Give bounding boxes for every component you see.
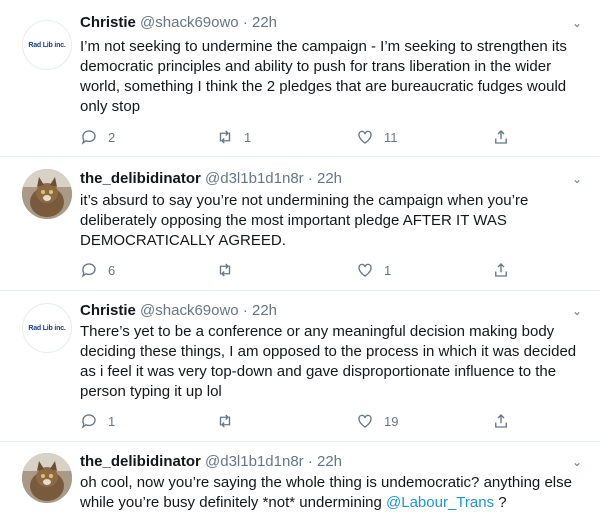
retweet-icon: [219, 414, 231, 428]
avatar[interactable]: [22, 169, 72, 219]
avatar[interactable]: Rad Lib inc.: [22, 303, 72, 353]
tweet-1[interactable]: Rad Lib inc. Christie @shack69owo · 22h …: [0, 0, 600, 155]
avatar-logo-text: Rad Lib inc.: [28, 324, 66, 332]
tweet-text: I’m not seeking to undermine the campaig…: [80, 38, 567, 115]
cat-avatar-image: [22, 453, 72, 503]
tweet-text: oh cool, now you’re saying the whole thi…: [80, 473, 585, 513]
reply-button[interactable]: 1: [80, 411, 115, 431]
chevron-down-icon[interactable]: ⌄: [572, 16, 582, 30]
tweet-actions: 6 1: [80, 260, 560, 280]
handle[interactable]: @shack69owo: [140, 14, 239, 31]
chevron-down-icon[interactable]: ⌄: [572, 172, 582, 186]
share-icon: [495, 130, 507, 144]
retweet-button[interactable]: [216, 260, 244, 280]
like-button[interactable]: 1: [356, 260, 391, 280]
reply-icon: [81, 414, 96, 429]
tweet-text: it’s absurd to say you’re not underminin…: [80, 192, 529, 249]
separator-dot: ·: [307, 170, 313, 187]
tweet-3[interactable]: Rad Lib inc. Christie @shack69owo · 22h …: [0, 291, 600, 441]
reply-button[interactable]: 6: [80, 260, 115, 280]
heart-icon: [358, 414, 372, 428]
tweet-text-end: ?: [494, 494, 507, 511]
chevron-down-icon[interactable]: ⌄: [572, 304, 582, 318]
mention-link[interactable]: @Labour_Trans: [386, 494, 494, 511]
handle[interactable]: @d3l1b1d1n8r: [205, 453, 304, 470]
reply-count: 2: [108, 129, 116, 145]
display-name[interactable]: Christie: [80, 14, 136, 31]
share-button[interactable]: [492, 260, 520, 280]
cat-avatar-image: [22, 169, 72, 219]
tweet-4[interactable]: the_delibidinator @d3l1b1d1n8r · 22h ⌄ o…: [0, 442, 600, 526]
timestamp[interactable]: 22h: [317, 170, 342, 187]
handle[interactable]: @shack69owo: [140, 302, 239, 319]
tweet-actions: 2 1 11: [80, 127, 560, 147]
avatar[interactable]: [22, 453, 72, 503]
chevron-down-icon[interactable]: ⌄: [572, 455, 582, 469]
like-count: 1: [384, 262, 392, 278]
timestamp[interactable]: 22h: [317, 453, 342, 470]
share-button[interactable]: [492, 127, 520, 147]
like-button[interactable]: 19: [356, 411, 398, 431]
retweet-button[interactable]: [216, 411, 244, 431]
reply-button[interactable]: 2: [80, 127, 115, 147]
avatar-logo-text: Rad Lib inc.: [28, 41, 66, 49]
retweet-icon: [219, 130, 231, 144]
retweet-icon: [219, 263, 231, 277]
reply-icon: [81, 263, 96, 278]
retweet-count: 1: [244, 129, 252, 145]
share-button[interactable]: [492, 411, 520, 431]
like-count: 11: [384, 129, 398, 145]
like-button[interactable]: 11: [356, 127, 398, 147]
separator-dot: ·: [242, 302, 248, 319]
reply-icon: [81, 130, 96, 145]
handle[interactable]: @d3l1b1d1n8r: [205, 170, 304, 187]
display-name[interactable]: the_delibidinator: [80, 453, 201, 470]
reply-count: 1: [108, 413, 116, 429]
timestamp[interactable]: 22h: [252, 302, 277, 319]
display-name[interactable]: Christie: [80, 302, 136, 319]
display-name[interactable]: the_delibidinator: [80, 170, 201, 187]
heart-icon: [358, 263, 372, 277]
separator-dot: ·: [307, 453, 313, 470]
tweet-2[interactable]: the_delibidinator @d3l1b1d1n8r · 22h ⌄ i…: [0, 157, 600, 290]
reply-count: 6: [108, 262, 116, 278]
separator-dot: ·: [242, 14, 248, 31]
retweet-button[interactable]: 1: [216, 127, 251, 147]
avatar[interactable]: Rad Lib inc.: [22, 20, 72, 70]
like-count: 19: [384, 413, 399, 429]
tweet-actions: 1 19: [80, 411, 560, 431]
share-icon: [495, 414, 507, 428]
tweet-text: There’s yet to be a conference or any me…: [80, 323, 577, 400]
heart-icon: [358, 130, 372, 144]
timestamp[interactable]: 22h: [252, 14, 277, 31]
share-icon: [495, 263, 507, 277]
